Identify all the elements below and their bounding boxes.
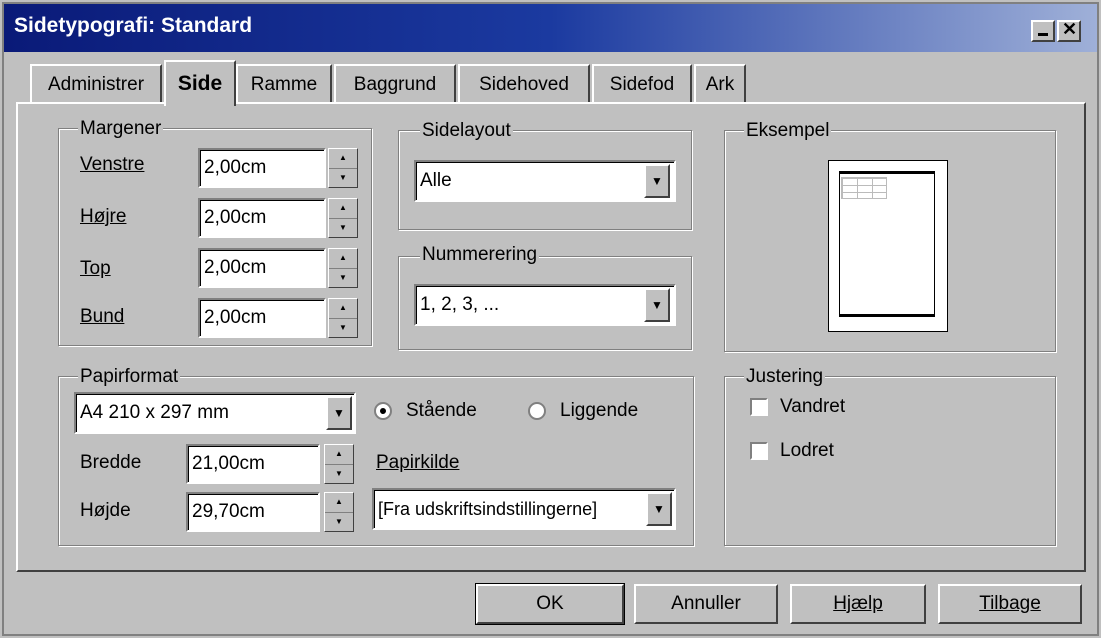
page-layout-legend: Sidelayout	[420, 120, 513, 142]
tab-ramme[interactable]: Ramme	[236, 64, 332, 104]
paper-height-input[interactable]: 29,70cm	[186, 492, 320, 532]
tab-label: Ramme	[250, 74, 318, 95]
spin-down-icon[interactable]: ▼	[329, 269, 357, 288]
margins-legend: Margener	[78, 118, 164, 140]
right-margin-label: Højre	[80, 206, 127, 227]
spin-up-icon[interactable]: ▲	[325, 445, 353, 465]
table-icon	[841, 177, 887, 199]
bottom-margin-label: Bund	[80, 306, 125, 327]
landscape-label[interactable]: Liggende	[560, 400, 638, 422]
chevron-down-icon: ▼	[653, 502, 665, 516]
spin-down-icon[interactable]: ▼	[325, 465, 353, 484]
tab-label: Side	[177, 72, 223, 95]
spin-down-icon[interactable]: ▼	[329, 169, 357, 188]
paper-source-select[interactable]: [Fra udskriftsindstillingerne]	[372, 488, 676, 530]
numbering-select[interactable]: 1, 2, 3, ...	[414, 284, 676, 326]
alignment-group	[724, 376, 1056, 546]
help-button[interactable]: Hjælp	[790, 584, 926, 624]
paper-source-dropdown-button[interactable]: ▼	[646, 492, 672, 526]
top-margin-spinner[interactable]: ▲ ▼	[328, 248, 358, 288]
paper-source-value: [Fra udskriftsindstillingerne]	[378, 498, 598, 519]
spin-up-icon[interactable]: ▲	[329, 149, 357, 169]
numbering-legend: Nummerering	[420, 244, 540, 266]
paper-width-spinner[interactable]: ▲ ▼	[324, 444, 354, 484]
page-layout-dropdown-button[interactable]: ▼	[644, 164, 670, 198]
spin-up-icon[interactable]: ▲	[329, 249, 357, 269]
alignment-legend: Justering	[744, 366, 826, 388]
paper-format-select[interactable]: A4 210 x 297 mm	[74, 392, 356, 434]
numbering-dropdown-button[interactable]: ▼	[644, 288, 670, 322]
spin-down-icon[interactable]: ▼	[325, 513, 353, 532]
vertical-checkbox[interactable]	[750, 442, 768, 460]
tab-label: Ark	[705, 74, 735, 95]
left-margin-spinner[interactable]: ▲ ▼	[328, 148, 358, 188]
tab-label: Administrer	[47, 74, 145, 95]
numbering-value: 1, 2, 3, ...	[420, 294, 500, 315]
chevron-down-icon: ▼	[651, 174, 663, 188]
page-layout-value: Alle	[420, 170, 452, 191]
tab-sidehoved[interactable]: Sidehoved	[458, 64, 590, 104]
paper-height-label: Højde	[80, 500, 131, 521]
paper-height-spinner[interactable]: ▲ ▼	[324, 492, 354, 532]
tab-label: Baggrund	[353, 74, 437, 95]
chevron-down-icon: ▼	[651, 298, 663, 312]
right-margin-input[interactable]: 2,00cm	[198, 198, 326, 238]
tab-sidefod[interactable]: Sidefod	[592, 64, 692, 104]
minimize-icon	[1038, 33, 1048, 36]
horizontal-label[interactable]: Vandret	[780, 396, 845, 418]
paper-format-dropdown-button[interactable]: ▼	[326, 396, 352, 430]
example-legend: Eksempel	[744, 120, 832, 142]
paper-width-label: Bredde	[80, 452, 142, 473]
top-margin-label: Top	[80, 258, 111, 279]
left-margin-input[interactable]: 2,00cm	[198, 148, 326, 188]
bottom-margin-spinner[interactable]: ▲ ▼	[328, 298, 358, 338]
paper-source-label: Papirkilde	[376, 452, 460, 473]
tab-administrer[interactable]: Administrer	[30, 64, 162, 104]
chevron-down-icon: ▼	[333, 406, 345, 420]
radio-dot-icon	[380, 408, 386, 414]
left-margin-label: Venstre	[80, 154, 145, 175]
bottom-margin-input[interactable]: 2,00cm	[198, 298, 326, 338]
spin-up-icon[interactable]: ▲	[329, 199, 357, 219]
page-preview	[828, 160, 948, 332]
spin-down-icon[interactable]: ▼	[329, 219, 357, 238]
landscape-radio[interactable]	[528, 402, 546, 420]
tab-ark[interactable]: Ark	[694, 64, 746, 104]
horizontal-checkbox[interactable]	[750, 398, 768, 416]
cancel-button[interactable]: Annuller	[634, 584, 778, 624]
spin-down-icon[interactable]: ▼	[329, 319, 357, 338]
tab-side[interactable]: Side	[164, 60, 236, 106]
right-margin-spinner[interactable]: ▲ ▼	[328, 198, 358, 238]
portrait-radio[interactable]	[374, 402, 392, 420]
spin-up-icon[interactable]: ▲	[325, 493, 353, 513]
tab-label: Sidehoved	[479, 74, 569, 95]
paper-width-input[interactable]: 21,00cm	[186, 444, 320, 484]
top-margin-input[interactable]: 2,00cm	[198, 248, 326, 288]
paper-format-legend: Papirformat	[78, 366, 181, 388]
tab-label: Sidefod	[609, 74, 675, 95]
close-button[interactable]: ✕	[1057, 19, 1081, 42]
paper-format-value: A4 210 x 297 mm	[80, 402, 229, 423]
ok-button[interactable]: OK	[475, 583, 625, 625]
minimize-button[interactable]	[1031, 20, 1055, 42]
reset-button[interactable]: Tilbage	[938, 584, 1082, 624]
portrait-label[interactable]: Stående	[406, 400, 477, 422]
close-icon: ✕	[1062, 19, 1078, 39]
title-bar[interactable]: Sidetypografi: Standard ✕	[4, 4, 1097, 52]
tab-baggrund[interactable]: Baggrund	[334, 64, 456, 104]
vertical-label[interactable]: Lodret	[780, 440, 834, 462]
spin-up-icon[interactable]: ▲	[329, 299, 357, 319]
page-layout-select[interactable]: Alle	[414, 160, 676, 202]
window-title: Sidetypografi: Standard	[14, 14, 253, 37]
